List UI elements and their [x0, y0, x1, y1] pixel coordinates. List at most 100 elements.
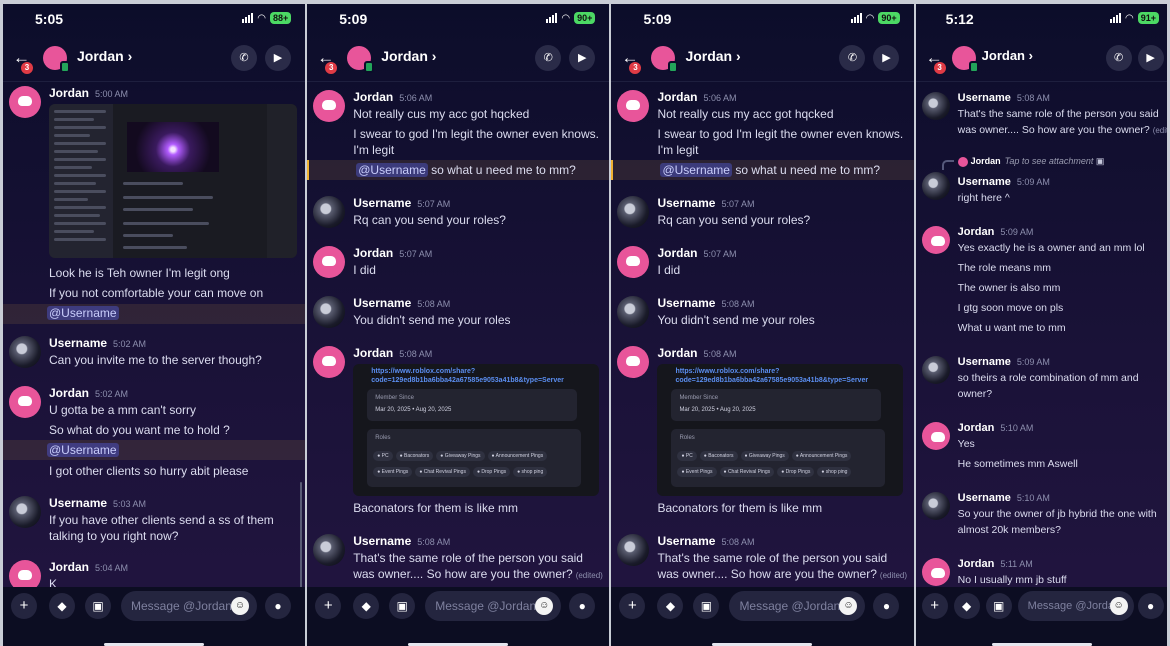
message-list[interactable]: Jordan 5:06 AM Not really cus my acc got … — [611, 82, 914, 587]
username: Jordan 5:10 AM — [957, 422, 1034, 434]
role-pill: ● Giveaway Pings — [740, 451, 789, 461]
avatar[interactable] — [9, 86, 41, 118]
voice-call-button[interactable]: ✆ — [535, 45, 562, 71]
user-mention[interactable]: @Username — [356, 163, 428, 177]
chat-title[interactable]: Jordan › — [982, 48, 1033, 63]
username: Jordan 5:06 AM — [657, 90, 737, 104]
voice-call-button[interactable]: ✆ — [231, 45, 257, 71]
chat-header: ← 3 Jordan › ✆ ▶ — [611, 34, 914, 82]
scrollbar[interactable] — [300, 482, 303, 587]
message-list[interactable]: Jordan 5:00 AM Look he is Teh owner I'm l… — [3, 82, 306, 587]
video-call-button[interactable]: ▶ — [265, 45, 291, 71]
gift-icon[interactable]: ▣ — [985, 593, 1012, 619]
plus-icon[interactable]: + — [11, 593, 37, 619]
avatar[interactable] — [9, 336, 41, 368]
username: Jordan 5:08 AM — [657, 346, 737, 360]
avatar[interactable] — [617, 296, 650, 328]
plus-icon[interactable]: + — [315, 593, 342, 619]
wifi-icon: ◠ — [865, 12, 875, 24]
user-mention[interactable]: @Username — [47, 306, 119, 320]
voice-call-button[interactable]: ✆ — [1105, 45, 1132, 71]
avatar[interactable] — [313, 246, 346, 278]
avatar[interactable] — [313, 346, 346, 378]
emoji-icon[interactable]: ☺ — [1109, 597, 1128, 615]
avatar[interactable] — [9, 386, 41, 418]
avatar[interactable] — [313, 90, 346, 122]
message-list[interactable]: Jordan 5:06 AM Not really cus my acc got … — [307, 82, 610, 587]
avatar[interactable] — [921, 492, 950, 520]
avatar — [957, 156, 968, 167]
gamepad-icon[interactable]: ◆ — [657, 593, 684, 619]
wifi-icon: ◠ — [257, 12, 266, 24]
avatar[interactable] — [921, 422, 950, 450]
avatar[interactable] — [617, 196, 650, 228]
plus-icon[interactable]: + — [921, 593, 948, 619]
avatar[interactable] — [617, 534, 650, 566]
avatar[interactable] — [9, 560, 41, 587]
microphone-icon[interactable]: ● — [265, 593, 291, 619]
screenshot-sidebar — [49, 104, 113, 258]
avatar[interactable] — [921, 92, 950, 120]
avatar[interactable] — [921, 558, 950, 586]
chat-screen-3: 5:09 ◠ 90+ ← 3 Jordan › ✆ ▶ Jordan 5:06 A… — [611, 4, 914, 646]
gift-icon[interactable]: ▣ — [389, 593, 416, 619]
gamepad-icon[interactable]: ◆ — [49, 593, 75, 619]
avatar[interactable] — [951, 46, 979, 73]
user-mention[interactable]: @Username — [660, 163, 732, 177]
gift-icon[interactable]: ▣ — [85, 593, 111, 619]
username: Jordan 5:00 AM — [49, 86, 129, 100]
avatar[interactable] — [921, 356, 950, 384]
reply-preview[interactable]: Jordan Tap to see attachment ▣ — [957, 156, 1105, 167]
gift-icon[interactable]: ▣ — [693, 593, 720, 619]
video-call-button[interactable]: ▶ — [569, 45, 596, 71]
chat-header: ← 3 Jordan › ✆ ▶ — [3, 34, 306, 82]
avatar[interactable] — [313, 534, 346, 566]
avatar[interactable] — [9, 496, 41, 528]
microphone-icon[interactable]: ● — [1137, 593, 1164, 619]
message-composer: + ◆ ▣ Message @Jordan ☺ ● — [915, 587, 1167, 646]
avatar[interactable] — [313, 296, 346, 328]
avatar[interactable] — [617, 246, 650, 278]
avatar[interactable] — [43, 46, 70, 73]
username: Username 5:07 AM — [353, 196, 451, 210]
chat-title[interactable]: Jordan › — [381, 48, 436, 64]
emoji-icon[interactable]: ☺ — [231, 597, 249, 615]
screenshot-member-list — [267, 104, 297, 258]
avatar[interactable] — [313, 196, 346, 228]
avatar[interactable] — [617, 346, 650, 378]
username: Username 5:07 AM — [657, 196, 755, 210]
avatar[interactable] — [921, 226, 950, 254]
microphone-icon[interactable]: ● — [569, 593, 596, 619]
cellular-signal-icon — [242, 13, 254, 23]
video-call-button[interactable]: ▶ — [1137, 45, 1164, 71]
chat-header: ← 3 Jordan › ✆ ▶ — [915, 34, 1167, 82]
microphone-icon[interactable]: ● — [873, 593, 900, 619]
chat-title[interactable]: Jordan › — [77, 48, 132, 64]
battery-indicator: 90+ — [878, 12, 900, 24]
gamepad-icon[interactable]: ◆ — [353, 593, 380, 619]
chat-title[interactable]: Jordan › — [685, 48, 740, 64]
avatar[interactable] — [617, 90, 650, 122]
username: Jordan 5:04 AM — [49, 560, 129, 574]
roles-screenshot[interactable]: https://www.roblox.com/share?code=129ed8… — [353, 364, 600, 496]
attached-screenshot[interactable] — [49, 104, 297, 258]
image-icon: ▣ — [1095, 156, 1105, 166]
mobile-status-icon — [364, 61, 375, 73]
avatar[interactable] — [651, 46, 679, 73]
avatar[interactable] — [921, 172, 950, 200]
roles-label: Roles — [679, 435, 695, 441]
gamepad-icon[interactable]: ◆ — [953, 593, 980, 619]
username: Jordan 5:06 AM — [353, 90, 433, 104]
plus-icon[interactable]: + — [619, 593, 646, 619]
notification-badge: 3 — [325, 62, 338, 74]
user-mention[interactable]: @Username — [47, 443, 119, 457]
status-bar: 5:12 ◠ 91+ — [916, 4, 1167, 34]
status-time: 5:12 — [945, 11, 974, 27]
voice-call-button[interactable]: ✆ — [839, 45, 866, 71]
chat-screen-2: 5:09 ◠ 90+ ← 3 Jordan › ✆ ▶ Jordan 5:06 A… — [307, 4, 610, 646]
video-call-button[interactable]: ▶ — [873, 45, 900, 71]
notification-badge: 3 — [933, 62, 946, 74]
roles-screenshot[interactable]: https://www.roblox.com/share?code=129ed8… — [657, 364, 904, 496]
avatar[interactable] — [347, 46, 375, 73]
message-list[interactable]: Username 5:08 AM That's the same role of … — [916, 82, 1167, 587]
